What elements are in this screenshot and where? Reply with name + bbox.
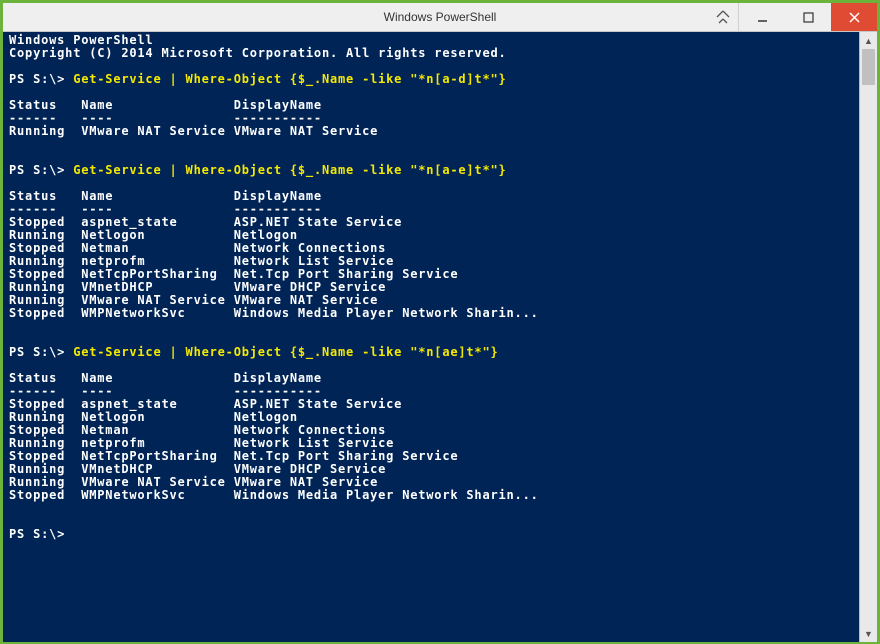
close-button[interactable] [831,3,877,31]
scroll-track[interactable] [860,49,877,625]
scroll-up-button[interactable]: ▲ [860,32,877,49]
restore-hint-icon[interactable] [708,3,739,31]
scroll-down-button[interactable]: ▼ [860,625,877,642]
window-title: Windows PowerShell [384,10,497,24]
maximize-button[interactable] [785,3,831,31]
window-frame: Windows PowerShell Windows PowerShell Co… [0,0,880,644]
titlebar[interactable]: Windows PowerShell [3,3,877,32]
window-controls [708,3,877,31]
console-output[interactable]: Windows PowerShell Copyright (C) 2014 Mi… [3,32,859,642]
vertical-scrollbar[interactable]: ▲ ▼ [859,32,877,642]
minimize-button[interactable] [739,3,785,31]
scroll-thumb[interactable] [862,49,875,85]
console-area: Windows PowerShell Copyright (C) 2014 Mi… [3,32,877,642]
